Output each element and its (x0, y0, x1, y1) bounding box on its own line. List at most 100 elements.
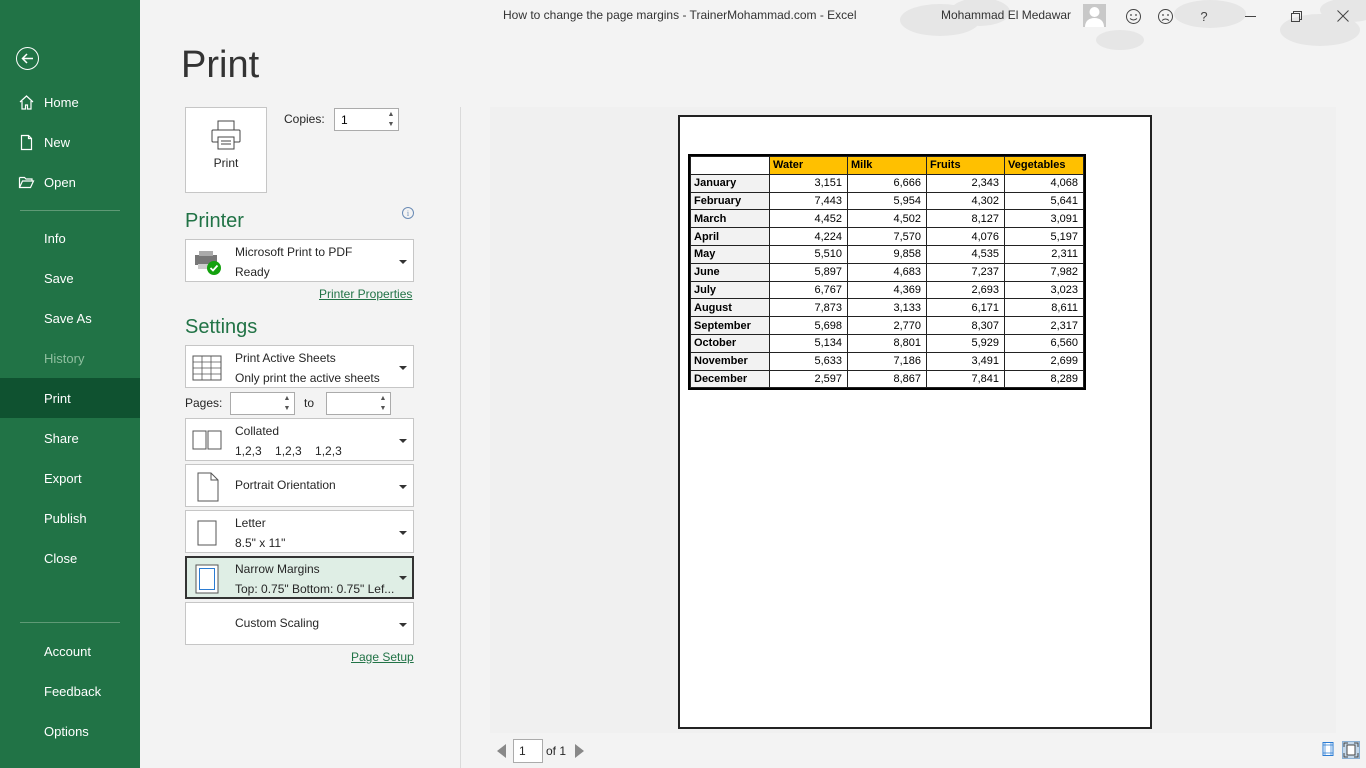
month-cell: May (690, 244, 770, 264)
sidebar-item-publish[interactable]: Publish (0, 498, 140, 538)
value-cell: 3,133 (847, 298, 927, 318)
sidebar-item-label: New (44, 134, 71, 150)
sidebar-item-label: Open (44, 174, 76, 190)
printer-name: Microsoft Print to PDF (235, 245, 353, 259)
chevron-down-icon (399, 576, 407, 580)
paper-size-dropdown[interactable]: Letter 8.5" x 11" (185, 510, 414, 553)
chevron-down-icon (399, 485, 407, 489)
month-cell: April (690, 227, 770, 246)
print-what-title: Print Active Sheets (235, 351, 336, 365)
sidebar-item-home[interactable]: Home (0, 82, 140, 122)
sidebar-item-save[interactable]: Save (0, 258, 140, 298)
orientation-dropdown[interactable]: Portrait Orientation (185, 464, 414, 507)
value-cell: 5,897 (769, 262, 848, 282)
scaling-dropdown[interactable]: Custom Scaling (185, 602, 414, 645)
value-cell: 9,858 (847, 244, 927, 264)
sidebar-divider (20, 210, 120, 211)
print-what-dropdown[interactable]: Print Active Sheets Only print the activ… (185, 345, 414, 388)
table-header-cell: Vegetables (1004, 156, 1084, 175)
page-number-input[interactable]: 1 (513, 739, 543, 763)
next-page-icon[interactable] (575, 744, 584, 758)
person-icon (1085, 7, 1104, 27)
sidebar-item-close[interactable]: Close (0, 538, 140, 578)
sidebar-item-label: History (44, 350, 85, 366)
month-cell: November (690, 351, 770, 371)
margins-subtitle: Top: 0.75" Bottom: 0.75" Lef... (235, 582, 395, 596)
table-header-cell: Fruits (926, 156, 1005, 175)
value-cell: 7,443 (769, 191, 848, 211)
value-cell: 8,611 (1004, 298, 1084, 318)
sidebar-item-label: Save As (44, 310, 92, 326)
panel-divider (460, 107, 461, 768)
collation-dropdown[interactable]: Collated 1,2,3 1,2,3 1,2,3 (185, 418, 414, 461)
printer-properties-link[interactable]: Printer Properties (319, 287, 412, 301)
show-margins-icon[interactable] (1320, 741, 1338, 759)
spin-arrows-icon[interactable]: ▲ ▼ (386, 110, 396, 129)
value-cell: 4,452 (769, 209, 848, 229)
info-icon[interactable]: i (402, 207, 414, 219)
avatar[interactable] (1083, 4, 1106, 27)
value-cell: 5,929 (926, 333, 1005, 353)
sidebar-item-new[interactable]: New (0, 122, 140, 162)
sidebar-item-info[interactable]: Info (0, 218, 140, 258)
sidebar-item-save-as[interactable]: Save As (0, 298, 140, 338)
margins-title: Narrow Margins (235, 562, 320, 576)
value-cell: 4,369 (847, 280, 927, 300)
printer-dropdown[interactable]: Microsoft Print to PDF Ready (185, 239, 414, 282)
smile-feedback-icon[interactable] (1122, 5, 1144, 27)
printer-ready-icon (195, 251, 221, 275)
back-arrow-icon[interactable] (16, 47, 39, 70)
spin-arrows-icon[interactable]: ▲ ▼ (282, 394, 292, 413)
table-row: September 5,698 2,770 8,307 2,317 (690, 316, 1084, 335)
value-cell: 2,317 (1004, 316, 1084, 335)
restore-icon[interactable] (1285, 5, 1307, 27)
sidebar-item-share[interactable]: Share (0, 418, 140, 458)
zoom-to-page-icon[interactable] (1342, 741, 1360, 759)
month-cell: June (690, 262, 770, 282)
sidebar-divider (20, 622, 120, 623)
sidebar-item-feedback[interactable]: Feedback (0, 671, 140, 711)
printer-icon (211, 120, 241, 150)
chevron-down-icon (399, 531, 407, 535)
sidebar-item-open[interactable]: Open (0, 162, 140, 202)
collated-pages-icon (192, 430, 222, 450)
value-cell: 8,307 (926, 316, 1005, 335)
user-name[interactable]: Mohammad El Medawar (941, 8, 1071, 22)
pages-to-stepper[interactable]: ▲ ▼ (326, 392, 391, 415)
table-row: May 5,510 9,858 4,535 2,311 (690, 244, 1084, 264)
table-header-cell: Milk (847, 156, 927, 175)
chevron-down-icon (399, 623, 407, 627)
month-cell: December (690, 369, 770, 389)
minimize-icon[interactable] (1239, 5, 1261, 27)
sidebar-item-export[interactable]: Export (0, 458, 140, 498)
sidebar-item-label: Print (44, 390, 71, 406)
table-row: November 5,633 7,186 3,491 2,699 (690, 351, 1084, 371)
print-button[interactable]: Print (185, 107, 267, 193)
month-cell: August (690, 298, 770, 318)
value-cell: 7,570 (847, 227, 927, 246)
scaling-label: Custom Scaling (235, 616, 320, 630)
margins-dropdown[interactable]: Narrow Margins Top: 0.75" Bottom: 0.75" … (185, 556, 414, 599)
chevron-down-icon (399, 366, 407, 370)
settings-heading: Settings (185, 316, 258, 338)
sidebar-item-options[interactable]: Options (0, 711, 140, 751)
table-row: February 7,443 5,954 4,302 5,641 (690, 191, 1084, 211)
table-row: August 7,873 3,133 6,171 8,611 (690, 298, 1084, 318)
pages-from-stepper[interactable]: ▲ ▼ (230, 392, 295, 415)
spin-arrows-icon[interactable]: ▲ ▼ (378, 394, 388, 413)
page-setup-link[interactable]: Page Setup (351, 650, 414, 664)
copies-stepper[interactable]: ▲▼ (334, 108, 399, 131)
sidebar-item-account[interactable]: Account (0, 631, 140, 671)
chevron-down-icon (399, 439, 407, 443)
close-icon[interactable] (1332, 5, 1354, 27)
sidebar-item-print[interactable]: Print (0, 378, 140, 418)
previous-page-icon[interactable] (497, 744, 506, 758)
sidebar-item-label: Options (44, 723, 89, 739)
orientation-label: Portrait Orientation (235, 478, 336, 492)
home-icon (19, 95, 34, 110)
frown-feedback-icon[interactable] (1154, 5, 1176, 27)
help-icon[interactable]: ? (1193, 5, 1215, 27)
collation-subtitle: 1,2,3 1,2,3 1,2,3 (235, 444, 342, 458)
print-button-label: Print (213, 156, 239, 170)
sidebar-item-history: History (0, 338, 140, 378)
